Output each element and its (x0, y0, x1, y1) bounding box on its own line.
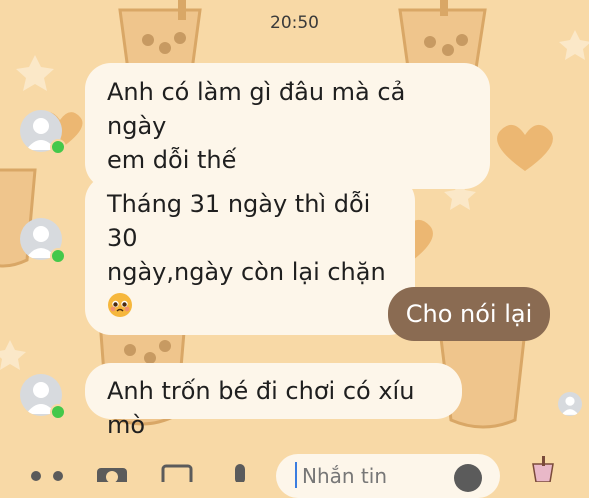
online-status-dot (50, 139, 66, 155)
text-caret (295, 462, 297, 488)
image-icon[interactable] (160, 462, 194, 482)
message-line: Tháng 31 ngày thì dỗi 30 (107, 190, 371, 252)
bubble-tea-icon[interactable] (528, 456, 558, 482)
message-input-placeholder: Nhắn tin (302, 464, 387, 488)
default-user-icon (561, 396, 579, 415)
microphone-icon[interactable] (225, 462, 255, 482)
camera-icon[interactable] (95, 462, 129, 482)
message-line: em dỗi thế (107, 146, 237, 174)
incoming-message-bubble[interactable]: Anh trốn bé đi chơi có xíu mò (85, 363, 462, 439)
menu-dots-icon[interactable] (30, 462, 64, 482)
outgoing-message-bubble[interactable]: Cho nói lại (388, 287, 550, 341)
message-timestamp: 20:50 (270, 13, 319, 33)
online-status-dot (50, 248, 66, 264)
message-text: Cho nói lại (405, 300, 533, 328)
online-status-dot (50, 404, 66, 420)
message-input[interactable]: Nhắn tin (276, 454, 500, 498)
seen-avatar (558, 392, 582, 416)
emoji-picker-icon[interactable] (454, 464, 482, 492)
incoming-message-bubble[interactable]: Tháng 31 ngày thì dỗi 30 ngày,ngày còn l… (85, 175, 415, 335)
pleading-face-icon (108, 293, 132, 317)
message-line: ngày,ngày còn lại chặn (107, 258, 386, 286)
incoming-message-bubble[interactable]: Anh có làm gì đâu mà cả ngày em dỗi thế (85, 63, 490, 189)
message-line: Anh có làm gì đâu mà cả ngày (107, 78, 406, 140)
